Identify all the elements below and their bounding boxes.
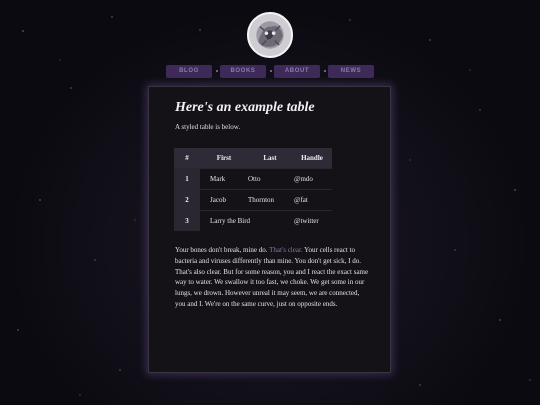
paragraph-text-after: Your cells react to bacteria and viruses… — [175, 246, 369, 308]
nav-separator — [324, 70, 326, 72]
example-table: # First Last Handle 1 Mark Otto @mdo 2 J… — [174, 148, 332, 231]
table-header-row: # First Last Handle — [174, 148, 332, 169]
table-cell-first: Jacob — [200, 189, 248, 211]
content-card: Here's an example table A styled table i… — [148, 86, 391, 373]
nav-books[interactable]: Books — [220, 65, 266, 78]
table-header-last: Last — [263, 154, 277, 162]
paragraph-text-before: Your bones don't break, mine do. — [175, 246, 270, 254]
table-cell-last: Otto — [248, 168, 292, 190]
page-title: Here's an example table — [175, 100, 315, 115]
avatar[interactable] — [247, 12, 293, 58]
table-row: 3 Larry the Bird @twitter — [174, 210, 332, 231]
avatar-image — [249, 14, 291, 56]
table-cell-index: 2 — [174, 189, 200, 211]
paragraph-link[interactable]: That's clear. — [269, 246, 303, 254]
table-header-index: # — [185, 154, 189, 162]
table-cell-handle: @mdo — [292, 168, 332, 190]
table-header-handle: Handle — [301, 154, 323, 162]
table-cell-first: Mark — [200, 168, 248, 190]
main-nav: Blog Books About News — [0, 65, 540, 78]
body-paragraph: Your bones don't break, mine do. That's … — [175, 245, 371, 310]
table-cell-index: 3 — [174, 210, 200, 231]
nav-separator — [270, 70, 272, 72]
page-subtitle: A styled table is below. — [175, 123, 241, 131]
table-header-first: First — [216, 154, 232, 162]
nav-blog[interactable]: Blog — [166, 65, 212, 78]
table-cell-handle: @twitter — [292, 210, 332, 231]
table-cell-last: Thornton — [248, 189, 292, 211]
table-cell-handle: @fat — [292, 189, 332, 211]
table-row: 1 Mark Otto @mdo — [174, 168, 332, 190]
nav-separator — [216, 70, 218, 72]
table-row: 2 Jacob Thornton @fat — [174, 189, 332, 211]
nav-about[interactable]: About — [274, 65, 320, 78]
nav-news[interactable]: News — [328, 65, 374, 78]
table-cell-index: 1 — [174, 168, 200, 190]
table-cell-first: Larry the Bird — [200, 210, 292, 231]
